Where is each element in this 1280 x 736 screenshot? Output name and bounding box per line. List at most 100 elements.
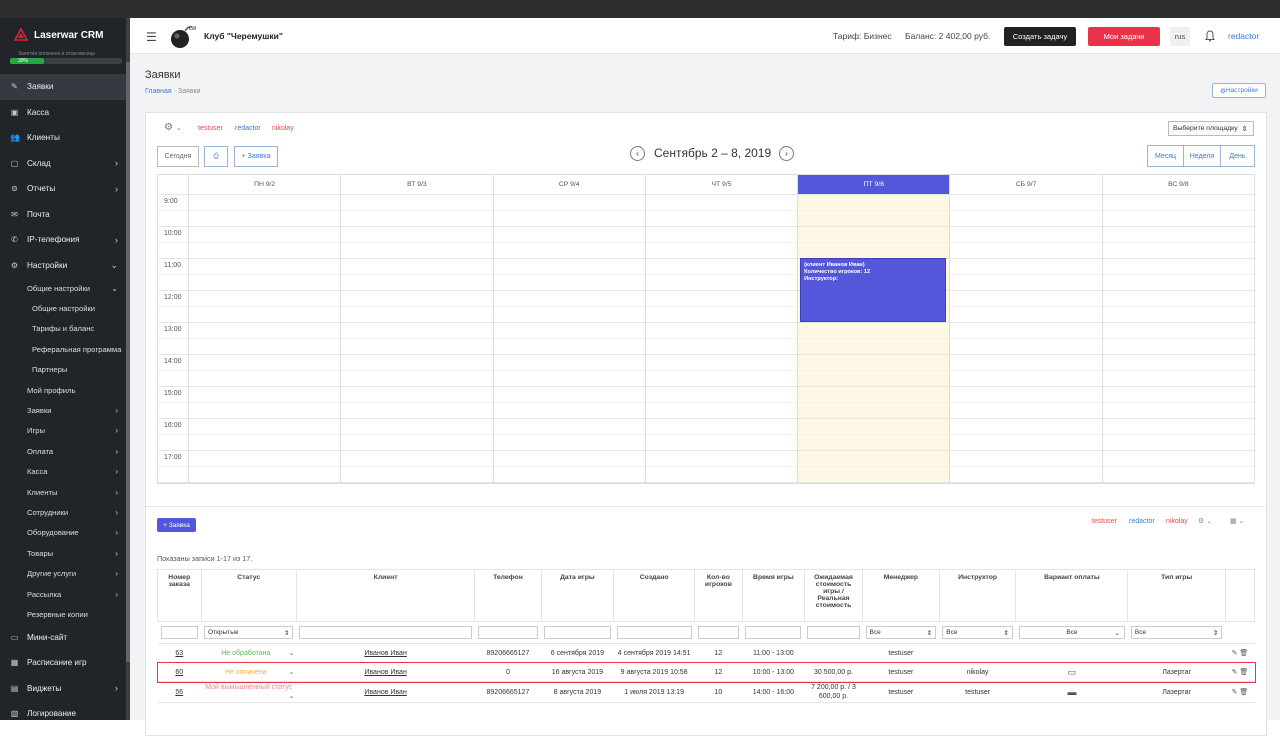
chevron-down-icon[interactable]: ⌄ (289, 692, 295, 701)
page-settings-button[interactable]: ⚙ Настройки (1212, 83, 1266, 98)
next-week-button[interactable]: › (779, 146, 794, 161)
sidebar-subitem-7[interactable]: Игры › (0, 421, 130, 441)
sidebar-subitem-1[interactable]: Общие настройки (0, 298, 130, 318)
view-day-button[interactable]: День (1220, 145, 1255, 167)
sidebar-subitem-5[interactable]: Мой профиль (0, 380, 130, 400)
order-id-link[interactable]: 56 (175, 689, 183, 696)
sidebar-subitem-9[interactable]: Касса › (0, 462, 130, 482)
trash-icon[interactable]: 🗑 (1239, 689, 1248, 696)
club-name[interactable]: Клуб "Черемушки" (204, 31, 283, 41)
breadcrumb-home[interactable]: Главная (145, 88, 172, 95)
table-row[interactable]: 60 Не оплачена ⌄ Иванов Иван 0 16 августа 201… (156, 661, 1256, 683)
column-header-3[interactable]: Телефон (474, 569, 542, 622)
sidebar-subitem-3[interactable]: Реферальная программа (0, 339, 130, 359)
calendar-event[interactable]: (клиент Иванов Иван) Количество игроков: … (800, 258, 947, 322)
day-header-3[interactable]: ЧТ 9/5 (644, 175, 797, 194)
sidebar-item-3[interactable]: ▢ Склад › (0, 151, 130, 177)
sidebar-item-5[interactable]: ✉ Почта (0, 202, 130, 228)
sidebar-subitem-12[interactable]: Оборудование › (0, 523, 130, 543)
chevron-down-icon[interactable]: ⌄ (289, 668, 295, 677)
client-link[interactable]: Иванов Иван (364, 669, 406, 676)
table-row[interactable]: 56 Мой вымышленный статус ⌄ Иванов Иван 8920… (157, 681, 1255, 703)
day-header-1[interactable]: ВТ 9/3 (340, 175, 492, 194)
filter-created-input[interactable] (616, 626, 692, 639)
sidebar-subitem-8[interactable]: Оплата › (0, 441, 130, 461)
trash-icon[interactable]: 🗑 (1239, 669, 1248, 676)
prev-week-button[interactable]: ‹ (630, 146, 645, 161)
day-header-2[interactable]: СР 9/4 (492, 175, 645, 194)
calendar-add-button[interactable]: + Заявка (234, 146, 278, 167)
week-calendar-grid[interactable]: ПН 9/2 ВТ 9/3 СР 9/4 ЧТ 9/5 ПТ 9/6 СБ 9/7 ВС 9… (157, 174, 1255, 484)
column-header-10[interactable]: Инструктор (938, 569, 1017, 622)
brand[interactable]: Laserwar CRM (0, 18, 130, 52)
sidebar-item-4[interactable]: ⊜ Отчеты › (0, 176, 130, 202)
filter-time-input[interactable] (745, 626, 802, 639)
sidebar-bottom-item-1[interactable]: ▦ Расписание игр (0, 650, 130, 676)
order-id-link[interactable]: 60 (175, 669, 183, 676)
client-link[interactable]: Иванов Иван (364, 689, 406, 696)
column-header-5[interactable]: Создано (613, 569, 696, 622)
filter-players-input[interactable] (697, 626, 740, 639)
sidebar-subitem-16[interactable]: Резервные копии (0, 604, 130, 624)
sidebar-subitem-14[interactable]: Другие услуги › (0, 563, 130, 583)
sidebar-subitem-10[interactable]: Клиенты › (0, 482, 130, 502)
view-month-button[interactable]: Месяц (1147, 145, 1184, 167)
column-header-7[interactable]: Время игры (741, 569, 805, 622)
add-order-button[interactable]: + Заявка (157, 518, 196, 532)
sidebar-subitem-11[interactable]: Сотрудники › (0, 502, 130, 522)
day-header-6[interactable]: ВС 9/8 (1101, 175, 1254, 194)
column-header-8[interactable]: Ожидаемая стоимость игры / Реальная стои… (803, 569, 864, 622)
calendar-user-filter-redactor[interactable]: redactor (235, 125, 261, 132)
sidebar-subitem-6[interactable]: Заявки › (0, 400, 130, 420)
column-header-11[interactable]: Вариант оплаты (1015, 569, 1129, 622)
sidebar-subitem-0[interactable]: Общие настройки ⌄ (0, 278, 130, 298)
column-header-9[interactable]: Менеджер (862, 569, 940, 622)
sidebar-item-1[interactable]: ▣ Касса (0, 100, 130, 126)
create-task-button[interactable]: Создать задачу (1004, 27, 1076, 46)
menu-toggle-icon[interactable]: ☰ (146, 30, 157, 44)
client-link[interactable]: Иванов Иван (364, 650, 406, 657)
today-button[interactable]: Сегодня (157, 146, 199, 167)
sidebar-item-7[interactable]: ⚙ Настройки ⌄ (0, 253, 130, 279)
filter-manager-select[interactable]: Все ⇕ (865, 626, 937, 639)
calendar-user-filter-nikolay[interactable]: nikolay (272, 125, 294, 132)
filter-instructor-select[interactable]: Все ⇕ (942, 626, 1013, 639)
table-user-filter-nikolay[interactable]: nikolay (1166, 518, 1188, 525)
status-badge[interactable]: Не оплачена (225, 669, 267, 676)
language-button[interactable]: rus (1170, 27, 1190, 46)
sidebar-subitem-4[interactable]: Партнеры (0, 360, 130, 380)
filter-phone-input[interactable] (477, 626, 539, 639)
trash-icon[interactable]: 🗑 (1239, 650, 1248, 657)
table-settings-icon[interactable]: ⚙ ⌄ (1198, 517, 1212, 525)
table-user-filter-testuser[interactable]: testuser (1092, 518, 1117, 525)
sidebar-bottom-item-0[interactable]: ▭ Мини-сайт (0, 625, 130, 651)
order-id-link[interactable]: 63 (175, 650, 183, 657)
status-badge[interactable]: Не обработана (221, 650, 270, 657)
sidebar-subitem-13[interactable]: Товары › (0, 543, 130, 563)
chevron-down-icon[interactable]: ⌄ (289, 649, 295, 658)
sidebar-bottom-item-2[interactable]: ▤ Виджеты › (0, 676, 130, 702)
print-icon[interactable]: ⎙ (204, 146, 228, 167)
view-week-button[interactable]: Неделя (1183, 145, 1221, 167)
column-header-2[interactable]: Клиент (295, 569, 476, 622)
my-tasks-button[interactable]: Мои задачи (1088, 27, 1160, 46)
filter-payment-select[interactable]: Все ⌄ (1018, 626, 1125, 639)
table-row[interactable]: 63 Не обработана ⌄ Иванов Иван 89206665127 6 … (157, 643, 1255, 663)
sidebar-subitem-2[interactable]: Тарифы и баланс (0, 319, 130, 339)
filter-date-input[interactable] (544, 626, 611, 639)
calendar-user-filter-testuser[interactable]: testuser (198, 125, 223, 132)
filter-status-select[interactable]: Открытые ⇕ (204, 626, 294, 639)
filter-price-input[interactable] (807, 626, 860, 639)
sidebar-item-2[interactable]: 👥 Клиенты (0, 125, 130, 151)
day-header-5[interactable]: СБ 9/7 (949, 175, 1101, 194)
sidebar-subitem-15[interactable]: Рассылка › (0, 584, 130, 604)
day-header-4[interactable]: ПТ 9/6 (797, 175, 950, 194)
table-user-filter-redactor[interactable]: redactor (1129, 518, 1155, 525)
place-select[interactable]: Выберите площадку ⇕ (1168, 121, 1254, 136)
filter-id-input[interactable] (160, 626, 199, 639)
sidebar-bottom-item-3[interactable]: ▧ Логирование (0, 701, 130, 720)
column-header-6[interactable]: Кол-во игроков (694, 569, 743, 622)
column-header-4[interactable]: Дата игры (540, 569, 615, 622)
filter-client-input[interactable] (299, 626, 472, 639)
bell-icon[interactable] (1204, 30, 1216, 42)
